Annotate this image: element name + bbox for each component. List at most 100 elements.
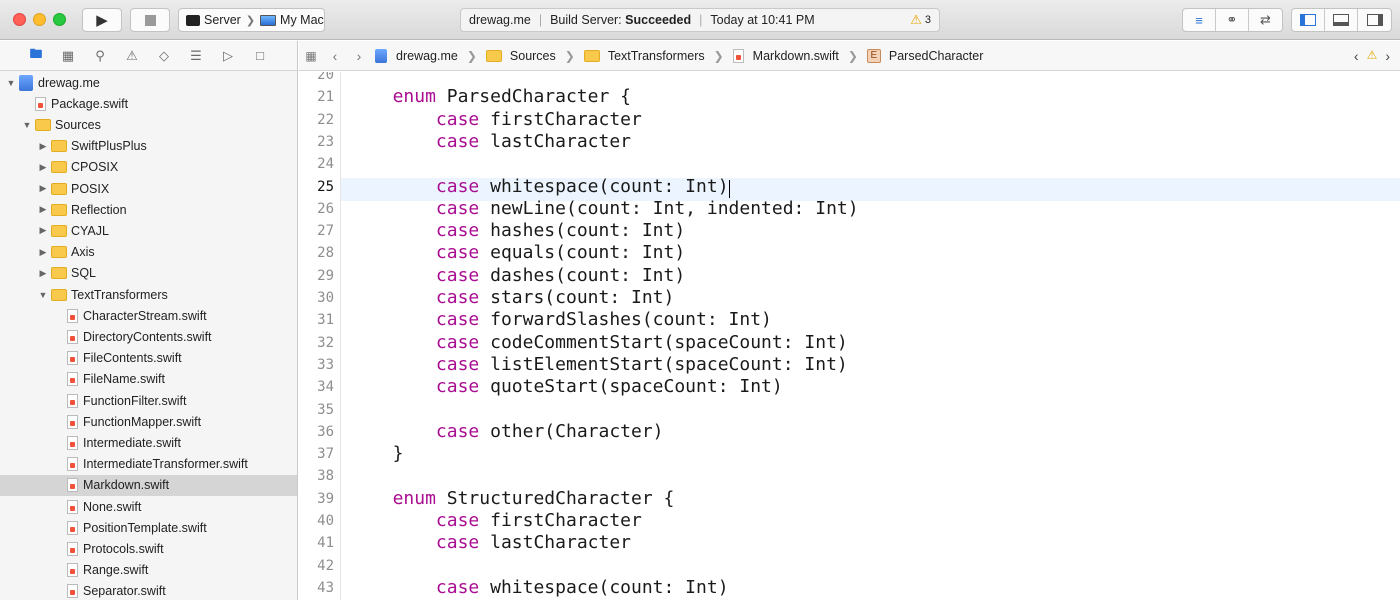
toggle-utilities-button[interactable] [1358, 9, 1391, 31]
folder-row[interactable]: ▼ Sources [0, 114, 297, 135]
warnings-badge[interactable]: ⚠ 3 [910, 12, 931, 28]
tree-item-label: CYAJL [71, 223, 109, 238]
line-number: 39 [317, 490, 334, 507]
swap-arrows-icon: ⇄ [1260, 12, 1271, 27]
disclosure-open-icon[interactable]: ▼ [22, 120, 32, 130]
file-row[interactable]: None.swift [0, 496, 297, 517]
folder-row[interactable]: ▶ SQL [0, 263, 297, 284]
file-row[interactable]: Separator.swift [0, 581, 297, 600]
file-row[interactable]: CharacterStream.swift [0, 305, 297, 326]
close-window-button[interactable] [13, 13, 26, 26]
line-number: 38 [317, 468, 334, 485]
folder-row[interactable]: ▶ Reflection [0, 199, 297, 220]
folder-icon [51, 246, 67, 259]
source-editor[interactable]: 20 21 22 23 24 25 26 27 28 29 30 31 32 33 34 35 36 37 38 39… [299, 72, 1400, 600]
file-row[interactable]: Package.swift [0, 93, 297, 114]
disclosure-closed-icon[interactable]: ▶ [38, 225, 48, 236]
line-number: 30 [317, 290, 334, 306]
line-number: 21 [317, 89, 334, 106]
disclosure-closed-icon[interactable]: ▶ [38, 268, 48, 279]
activity-status-prefix: Build Server: [550, 13, 622, 27]
keyword-token: case [435, 130, 480, 152]
swift-file-icon [732, 48, 744, 63]
keyword-token: case [435, 576, 480, 598]
next-issue-button[interactable]: › [1385, 48, 1390, 64]
file-row[interactable]: Range.swift [0, 560, 297, 581]
forward-button[interactable]: › [347, 48, 371, 64]
hierarchy-icon[interactable]: ▦ [58, 48, 78, 64]
disclosure-closed-icon[interactable]: ▶ [38, 204, 48, 215]
keyword-token: case [435, 510, 480, 531]
related-items-icon[interactable]: ▦ [299, 49, 323, 63]
bottom-panel-icon [1333, 14, 1349, 26]
folder-row[interactable]: ▶ CPOSIX [0, 157, 297, 178]
breadcrumb-project[interactable]: drewag.me [396, 49, 458, 63]
list-icon[interactable]: ☰ [186, 48, 206, 64]
file-row[interactable]: FunctionMapper.swift [0, 411, 297, 432]
breadcrumb-sources[interactable]: Sources [510, 49, 556, 63]
line-number: 34 [317, 379, 334, 396]
file-row[interactable]: IntermediateTransformer.swift [0, 454, 297, 475]
line-number: 35 [317, 401, 334, 418]
code-line: case stars(count: Int) [436, 287, 674, 309]
file-row[interactable]: FileName.swift [0, 369, 297, 390]
tree-item-label: FunctionFilter.swift [83, 393, 187, 408]
zoom-window-button[interactable] [53, 13, 66, 26]
breadcrumb-texttransformers[interactable]: TextTransformers [608, 49, 705, 63]
chevron-right-icon: ❯ [564, 48, 575, 63]
toggle-navigator-button[interactable] [1292, 9, 1325, 31]
warning-icon[interactable]: ⚠ [122, 48, 142, 64]
disclosure-closed-icon[interactable]: ▶ [38, 247, 48, 258]
folder-row[interactable]: ▶ Axis [0, 242, 297, 263]
code-text: whitespace(count: Int) [479, 576, 729, 598]
code-text: dashes(count: Int) [479, 264, 686, 286]
run-button[interactable]: ▶ [82, 8, 122, 32]
stop-button[interactable] [130, 8, 170, 32]
project-navigator: 🖿 ▦ ⚲ ⚠ ◇ ☰ ▷ □ ▼ drewag.me Package.swift ▼… [0, 41, 298, 600]
disclosure-closed-icon[interactable]: ▶ [38, 141, 48, 152]
line-number: 23 [317, 133, 334, 150]
project-icon [19, 74, 33, 91]
scheme-selector[interactable]: Server ❯ My Mac [178, 8, 325, 32]
folder-icon [35, 118, 51, 131]
file-row[interactable]: FunctionFilter.swift [0, 390, 297, 411]
file-row[interactable]: Protocols.swift [0, 538, 297, 559]
disclosure-closed-icon[interactable]: ▶ [38, 162, 48, 173]
back-button[interactable]: ‹ [323, 48, 347, 64]
folder-row[interactable]: ▼ TextTransformers [0, 284, 297, 305]
assistant-editor-button[interactable]: ⚭ [1216, 9, 1249, 31]
code-text: firstCharacter [479, 108, 642, 130]
minimize-window-button[interactable] [33, 13, 46, 26]
speech-bubble-icon[interactable]: □ [250, 48, 270, 63]
file-row[interactable]: PositionTemplate.swift [0, 517, 297, 538]
warning-icon[interactable]: ⚠ [1367, 48, 1378, 64]
standard-editor-button[interactable]: ≡ [1183, 9, 1216, 31]
project-row[interactable]: ▼ drewag.me [0, 72, 297, 93]
previous-issue-button[interactable]: ‹ [1354, 48, 1359, 64]
code-text: } [392, 443, 404, 465]
toggle-debug-area-button[interactable] [1325, 9, 1358, 31]
code-line: case hashes(count: Int) [436, 220, 685, 242]
folder-row[interactable]: ▶ POSIX [0, 178, 297, 199]
disclosure-closed-icon[interactable]: ▶ [38, 183, 48, 194]
disclosure-open-icon[interactable]: ▼ [6, 78, 16, 88]
file-row[interactable]: Intermediate.swift [0, 432, 297, 453]
breakpoint-icon[interactable]: ▷ [218, 48, 238, 64]
disclosure-open-icon[interactable]: ▼ [38, 290, 48, 300]
version-editor-button[interactable]: ⇄ [1249, 9, 1282, 31]
file-row[interactable]: DirectoryContents.swift [0, 326, 297, 347]
breadcrumb-file[interactable]: Markdown.swift [753, 49, 839, 63]
tree-item-label: Separator.swift [83, 584, 166, 599]
search-icon[interactable]: ⚲ [90, 48, 110, 64]
folder-row[interactable]: ▶ CYAJL [0, 220, 297, 241]
swift-file-icon [67, 541, 78, 556]
line-number: 24 [317, 156, 334, 173]
breadcrumb-symbol[interactable]: ParsedCharacter [889, 49, 984, 63]
code-line: case lastCharacter [436, 532, 631, 554]
file-row[interactable]: FileContents.swift [0, 348, 297, 369]
folder-row[interactable]: ▶ SwiftPlusPlus [0, 136, 297, 157]
folder-icon [51, 161, 67, 174]
file-row[interactable]: Markdown.swift [0, 474, 297, 496]
folder-icon[interactable]: 🖿 [26, 45, 46, 67]
diamond-icon[interactable]: ◇ [154, 48, 174, 64]
